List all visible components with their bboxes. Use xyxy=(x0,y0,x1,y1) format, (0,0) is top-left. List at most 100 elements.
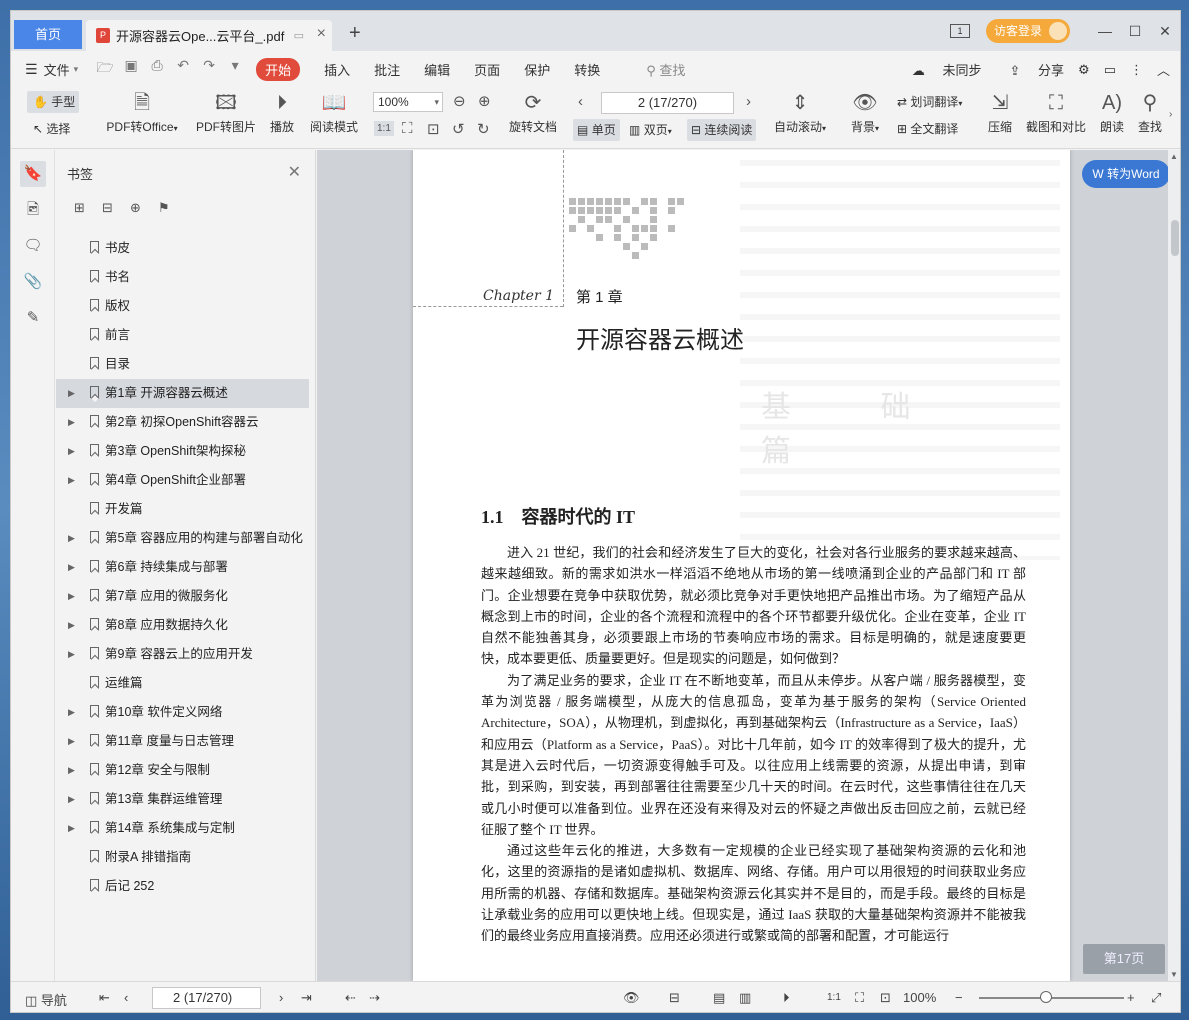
zoom-in-icon[interactable]: ⊕ xyxy=(478,92,491,110)
convert-to-word-button[interactable]: W 转为Word xyxy=(1082,160,1170,188)
bookmark-item[interactable]: ▶ 第11章 度量与日志管理 xyxy=(56,727,316,756)
expand-arrow-icon[interactable]: ▶ xyxy=(68,640,75,669)
zoom-slider[interactable] xyxy=(979,991,1124,1003)
open-folder-icon[interactable]: 🗁 xyxy=(92,57,118,81)
bookmark-item[interactable]: ▶ 第12章 安全与限制 xyxy=(56,756,316,785)
back-icon[interactable]: ⇠ xyxy=(345,990,356,1006)
tab-edit[interactable]: 编辑 xyxy=(424,60,450,79)
select-tool-button[interactable]: ↖ 选择 xyxy=(33,120,70,137)
expand-arrow-icon[interactable]: ▶ xyxy=(68,814,75,843)
hand-tool-button[interactable]: ✋ 手型 xyxy=(27,91,79,113)
more-icon[interactable]: ⋮ xyxy=(1130,62,1143,78)
play-icon[interactable]: ⏵ xyxy=(783,990,790,1006)
eye-protect-icon[interactable]: 👁 xyxy=(623,990,640,1006)
tab-protect[interactable]: 保护 xyxy=(524,60,550,79)
zoom-in-icon[interactable]: + xyxy=(1127,990,1135,1005)
sync-status[interactable]: ☁ 未同步 xyxy=(898,60,982,79)
vertical-scrollbar[interactable]: ▲ ▼ xyxy=(1168,150,1180,981)
bookmark-item[interactable]: 书名 xyxy=(56,263,316,292)
expand-arrow-icon[interactable]: ▶ xyxy=(68,756,75,785)
bookmark-item[interactable]: 附录A 排错指南 xyxy=(56,843,316,872)
bookmark-item[interactable]: ▶ 第13章 集群运维管理 xyxy=(56,785,316,814)
expand-arrow-icon[interactable]: ▶ xyxy=(68,524,75,553)
bookmark-item[interactable]: 版权 xyxy=(56,292,316,321)
fit-page-icon[interactable]: ⛶ xyxy=(855,990,864,1006)
zoom-level[interactable]: 100% xyxy=(903,990,936,1005)
single-page-button[interactable]: ▤ 单页 xyxy=(573,119,620,141)
full-translate-button[interactable]: ⊞ 全文翻译 xyxy=(897,120,979,137)
close-window-icon[interactable]: ✕ xyxy=(1150,23,1180,40)
actual-size-icon[interactable]: 1:1 xyxy=(827,992,841,1003)
fit-page-icon[interactable]: ⛶ xyxy=(402,120,413,137)
forward-icon[interactable]: ⇢ xyxy=(369,990,380,1006)
bookmark-item[interactable]: ▶ 第3章 OpenShift架构探秘 xyxy=(56,437,316,466)
pin-tab-icon[interactable]: ▭ xyxy=(294,29,304,42)
bookmark-panel-icon[interactable]: 🔖 xyxy=(20,161,46,187)
close-panel-icon[interactable]: ✕ xyxy=(288,162,301,182)
bookmark-item[interactable]: 开发篇 xyxy=(56,495,316,524)
pdf-to-office-button[interactable]: 🗎 PDF转Office▾ xyxy=(103,91,181,135)
share-button[interactable]: ⇪ 分享 xyxy=(995,60,1064,79)
bookmark-item[interactable]: ▶ 第14章 系统集成与定制 xyxy=(56,814,316,843)
tab-annotate[interactable]: 批注 xyxy=(374,60,400,79)
comment-panel-icon[interactable]: 🗨 xyxy=(20,233,46,259)
signature-panel-icon[interactable]: ✎ xyxy=(20,305,46,331)
maximize-icon[interactable]: ☐ xyxy=(1120,23,1150,40)
screenshot-compare-button[interactable]: ⛶ 截图和对比 xyxy=(1023,91,1089,135)
bookmark-item[interactable]: ▶ 第8章 应用数据持久化 xyxy=(56,611,316,640)
bookmark-item[interactable]: ▶ 第9章 容器云上的应用开发 xyxy=(56,640,316,669)
prev-page-icon[interactable]: ‹ xyxy=(578,93,583,110)
ribbon-more-icon[interactable]: › xyxy=(1169,109,1172,120)
next-page-icon[interactable]: › xyxy=(746,93,751,110)
menu-search[interactable]: ⚲ 查找 xyxy=(646,60,685,79)
bookmark-flag-icon[interactable]: ⚑ xyxy=(158,200,186,216)
attachment-panel-icon[interactable]: 📎 xyxy=(20,269,46,295)
double-page-icon[interactable]: ▥ xyxy=(739,990,751,1006)
customize-icon[interactable]: ▾ xyxy=(222,57,248,81)
tab-home[interactable]: 首页 xyxy=(14,20,82,49)
scroll-down-icon[interactable]: ▼ xyxy=(1170,970,1178,979)
expand-arrow-icon[interactable]: ▶ xyxy=(68,611,75,640)
comment-icon[interactable]: ▭ xyxy=(1104,62,1116,78)
collapse-all-icon[interactable]: ⊟ xyxy=(102,200,130,216)
page-number-input[interactable]: 2 (17/270) xyxy=(601,92,734,114)
bookmark-item[interactable]: ▶ 第6章 持续集成与部署 xyxy=(56,553,316,582)
continuous-icon[interactable]: ⊟ xyxy=(669,990,680,1006)
expand-arrow-icon[interactable]: ▶ xyxy=(68,727,75,756)
minimize-icon[interactable]: — xyxy=(1090,23,1120,39)
background-button[interactable]: 👁 背景▾ xyxy=(847,91,883,135)
single-page-icon[interactable]: ▤ xyxy=(713,990,725,1006)
bookmark-item[interactable]: ▶ 第5章 容器应用的构建与部署自动化 xyxy=(56,524,316,553)
scroll-up-icon[interactable]: ▲ xyxy=(1170,152,1178,161)
zoom-out-icon[interactable]: ⊖ xyxy=(453,92,466,110)
bookmark-item[interactable]: 书皮 xyxy=(56,234,316,263)
collapse-ribbon-icon[interactable]: ︿ xyxy=(1157,60,1170,79)
read-aloud-button[interactable]: A) 朗读 xyxy=(1097,91,1127,135)
auto-scroll-button[interactable]: ⇕ 自动滚动▾ xyxy=(771,91,829,135)
actual-size-icon[interactable]: 1:1 xyxy=(374,121,394,136)
guest-login-button[interactable]: 访客登录 xyxy=(985,19,1070,43)
rotate-document-button[interactable]: ⟳ 旋转文档 xyxy=(507,91,559,135)
rotate-right-icon[interactable]: ↻ xyxy=(477,120,490,138)
tab-convert[interactable]: 转换 xyxy=(574,60,600,79)
scrollbar-thumb[interactable] xyxy=(1171,220,1179,256)
settings-icon[interactable]: ⚙ xyxy=(1078,62,1090,78)
zoom-slider-knob[interactable] xyxy=(1040,991,1052,1003)
next-page-icon[interactable]: › xyxy=(279,990,283,1005)
nav-toggle[interactable]: ◫ 导航 xyxy=(25,990,67,1009)
bookmark-item[interactable]: 目录 xyxy=(56,350,316,379)
read-mode-button[interactable]: 📖 阅读模式 xyxy=(307,91,361,135)
document-viewport[interactable]: 基 础 篇 Chapter 1 第 1 章 开源容器云概述 1.1 容器时代的 … xyxy=(317,150,1180,981)
bookmark-item[interactable]: ▶ 第10章 软件定义网络 xyxy=(56,698,316,727)
thumbnail-panel-icon[interactable]: 🖻 xyxy=(20,197,46,223)
file-menu[interactable]: ☰ 文件 ▾ xyxy=(25,60,78,79)
rotate-left-icon[interactable]: ↺ xyxy=(452,120,465,138)
close-tab-icon[interactable]: × xyxy=(317,25,326,43)
bookmark-item[interactable]: 后记 252 xyxy=(56,872,316,901)
bookmark-item[interactable]: ▶ 第1章 开源容器云概述 xyxy=(56,379,309,408)
expand-arrow-icon[interactable]: ▶ xyxy=(68,379,75,408)
window-count-badge[interactable]: 1 xyxy=(949,24,970,38)
pdf-to-image-button[interactable]: 🖾 PDF转图片 xyxy=(195,91,257,135)
fit-width-icon[interactable]: ⊡ xyxy=(427,120,440,138)
expand-arrow-icon[interactable]: ▶ xyxy=(68,582,75,611)
